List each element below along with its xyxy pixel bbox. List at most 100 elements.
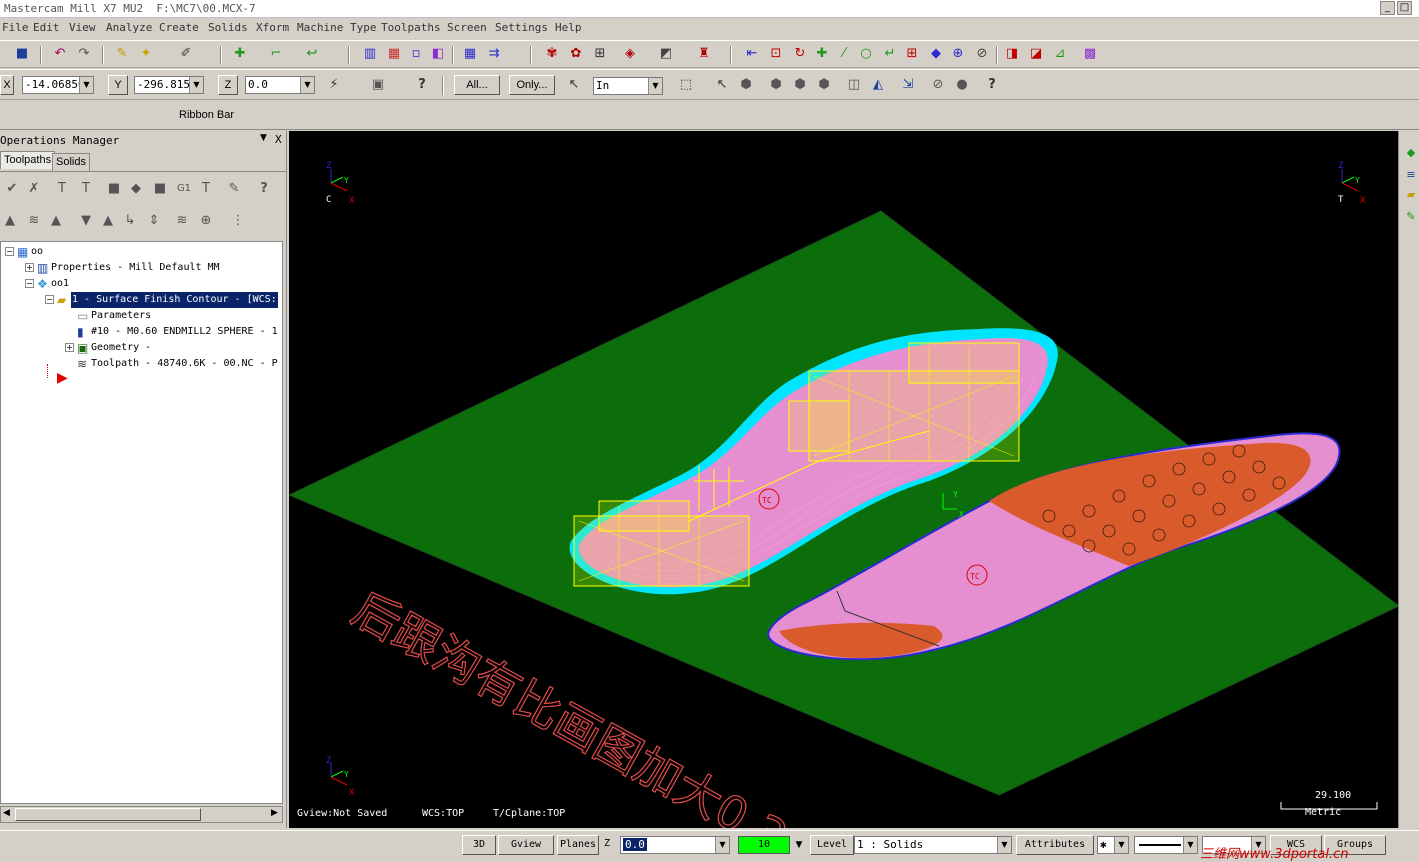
tab-toolpaths[interactable]: Toolpaths bbox=[0, 151, 56, 169]
planes-button[interactable]: Planes bbox=[557, 835, 599, 855]
levels-icon[interactable]: ▥ bbox=[360, 44, 380, 64]
chevron-down-icon[interactable]: ▼ bbox=[715, 837, 729, 853]
level-button[interactable]: Level bbox=[810, 835, 854, 855]
close-panel-button[interactable]: X bbox=[275, 133, 282, 146]
tree-node[interactable]: − ▦ oo bbox=[1, 244, 282, 260]
folder-icon[interactable]: ▰ bbox=[1401, 185, 1419, 205]
create-line-icon[interactable]: ⌐ bbox=[266, 44, 286, 64]
select-cursor-icon[interactable]: ↖ bbox=[564, 75, 584, 95]
verify-ops-icon[interactable]: ■ bbox=[104, 179, 124, 199]
edit-icon[interactable]: ✎ bbox=[1401, 207, 1419, 227]
autocursor-icon[interactable]: ▣ bbox=[368, 75, 388, 95]
insert-after-icon[interactable]: ↳ bbox=[120, 211, 140, 231]
delete-icon[interactable]: ✐ bbox=[176, 44, 196, 64]
edge-select-icon[interactable]: ◭ bbox=[868, 75, 888, 95]
maximize-button[interactable]: □ bbox=[1397, 1, 1412, 15]
solid-revolve-icon[interactable]: ◧ bbox=[428, 44, 448, 64]
select-all-button[interactable]: All... bbox=[454, 75, 500, 95]
3d-button[interactable]: 3D bbox=[462, 835, 496, 855]
tree-node[interactable]: ▭ Parameters bbox=[1, 308, 282, 324]
line-style-select[interactable]: ▼ bbox=[1134, 836, 1198, 854]
menu-help[interactable]: Help bbox=[555, 21, 582, 34]
face-select-icon[interactable]: ◫ bbox=[844, 75, 864, 95]
tool-manager-icon[interactable]: ♜ bbox=[694, 44, 714, 64]
verify-select-icon[interactable]: ⇲ bbox=[898, 75, 918, 95]
point-style-select[interactable]: ✱ ▼ bbox=[1097, 836, 1129, 854]
help-icon[interactable]: ? bbox=[254, 179, 274, 199]
shaded-solid-icon[interactable]: ◩ bbox=[656, 44, 676, 64]
chevron-down-icon[interactable]: ▼ bbox=[792, 837, 806, 853]
help-icon[interactable]: ? bbox=[412, 75, 432, 95]
pin-icon[interactable]: ▼ bbox=[260, 133, 267, 143]
offset-icon[interactable]: ⊡ bbox=[766, 44, 786, 64]
palette-icon[interactable]: ▩ bbox=[1080, 44, 1100, 64]
scroll-thumb[interactable] bbox=[15, 808, 201, 821]
z-coord-button[interactable]: Z bbox=[218, 75, 238, 95]
high-speed-icon[interactable]: T bbox=[196, 179, 216, 199]
x-coord-field[interactable]: -14.06856 ▼ bbox=[22, 76, 94, 94]
redo-icon[interactable]: ↷ bbox=[74, 44, 94, 64]
attributes-icon[interactable]: ◪ bbox=[1026, 44, 1046, 64]
menu-edit[interactable]: Edit bbox=[33, 21, 60, 34]
chevron-down-icon[interactable]: ▼ bbox=[189, 77, 203, 93]
scale-icon[interactable]: ⁄ bbox=[834, 44, 854, 64]
vector-select-icon[interactable]: ⬢ bbox=[766, 75, 786, 95]
array-icon[interactable]: ⇉ bbox=[484, 44, 504, 64]
trim-icon[interactable]: ⊞ bbox=[902, 44, 922, 64]
move-up-icon[interactable]: ▲ bbox=[98, 211, 118, 231]
menu-analyze[interactable]: Analyze bbox=[106, 21, 152, 34]
help-icon[interactable]: ? bbox=[982, 75, 1002, 95]
toggle-posting-icon[interactable]: ▲ bbox=[46, 211, 66, 231]
backplot-icon[interactable]: ✾ bbox=[542, 44, 562, 64]
minimize-button[interactable]: _ bbox=[1380, 1, 1395, 15]
expand-icon[interactable]: + bbox=[65, 343, 74, 352]
delete-ops-icon[interactable]: ✎ bbox=[224, 179, 244, 199]
expand-icon[interactable]: ≋ bbox=[172, 211, 192, 231]
collapse-icon[interactable]: − bbox=[45, 295, 54, 304]
create-point-icon[interactable]: ✚ bbox=[230, 44, 250, 64]
layers-icon[interactable]: ≡ bbox=[1401, 165, 1419, 185]
scroll-left-icon[interactable]: ◀ bbox=[3, 808, 10, 818]
tree-node[interactable]: + ▣ Geometry - bbox=[1, 340, 282, 356]
menu-toolpaths[interactable]: Toolpaths bbox=[381, 21, 441, 34]
modify-icon[interactable]: ⊿ bbox=[1050, 44, 1070, 64]
z-depth-select[interactable]: 0.0 ▼ bbox=[620, 836, 730, 854]
body-select-icon[interactable]: ● bbox=[952, 75, 972, 95]
rotate-icon[interactable]: ↻ bbox=[790, 44, 810, 64]
chevron-down-icon[interactable]: ▼ bbox=[300, 77, 314, 93]
chevron-down-icon[interactable]: ▼ bbox=[648, 78, 662, 94]
chain-icon[interactable]: ▫ bbox=[406, 44, 426, 64]
fast-point-icon[interactable]: ⚡ bbox=[324, 75, 344, 95]
grid-icon[interactable]: ▦ bbox=[460, 44, 480, 64]
single-display-icon[interactable]: ⋮ bbox=[228, 211, 248, 231]
regenerate-all-icon[interactable]: ✗ bbox=[24, 179, 44, 199]
solid-icon[interactable]: ◆ bbox=[1401, 143, 1419, 163]
scroll-right-icon[interactable]: ▶ bbox=[271, 808, 278, 818]
scroll-ops-icon[interactable]: ⇕ bbox=[144, 211, 164, 231]
menu-screen[interactable]: Screen bbox=[447, 21, 487, 34]
lock-icon[interactable]: ▲ bbox=[0, 211, 20, 231]
translate-icon[interactable]: ✚ bbox=[812, 44, 832, 64]
pointer-icon[interactable]: ↖ bbox=[712, 75, 732, 95]
tab-solids[interactable]: Solids bbox=[52, 153, 90, 171]
operations-tree[interactable]: − ▦ oo + ▥ Properties - Mill Default MM − ❖ oo1−… bbox=[0, 241, 283, 804]
collapse-icon[interactable]: − bbox=[25, 279, 34, 288]
analyze-icon[interactable]: ✎ bbox=[112, 44, 132, 64]
y-coord-button[interactable]: Y bbox=[108, 75, 128, 95]
menu-machine-type[interactable]: Machine Type bbox=[297, 21, 376, 34]
color-swatch[interactable]: 10 bbox=[738, 836, 790, 854]
backplot-ops-icon[interactable]: T bbox=[76, 179, 96, 199]
shading-icon[interactable]: ◈ bbox=[620, 44, 640, 64]
solid-extrude-icon[interactable]: ▦ bbox=[384, 44, 404, 64]
menu-xform[interactable]: Xform bbox=[256, 21, 289, 34]
create-arc-icon[interactable]: ↩ bbox=[302, 44, 322, 64]
mirror-icon[interactable]: ⇤ bbox=[742, 44, 762, 64]
attributes-button[interactable]: Attributes bbox=[1016, 835, 1094, 855]
post-icon[interactable]: ■ bbox=[150, 179, 170, 199]
simulate-icon[interactable]: ◆ bbox=[126, 179, 146, 199]
collapse-icon[interactable]: − bbox=[5, 247, 14, 256]
menu-create[interactable]: Create bbox=[159, 21, 199, 34]
select-all-ops-icon[interactable]: ✔ bbox=[2, 179, 22, 199]
chevron-down-icon[interactable]: ▼ bbox=[1114, 837, 1128, 853]
expand-icon[interactable]: + bbox=[25, 263, 34, 272]
